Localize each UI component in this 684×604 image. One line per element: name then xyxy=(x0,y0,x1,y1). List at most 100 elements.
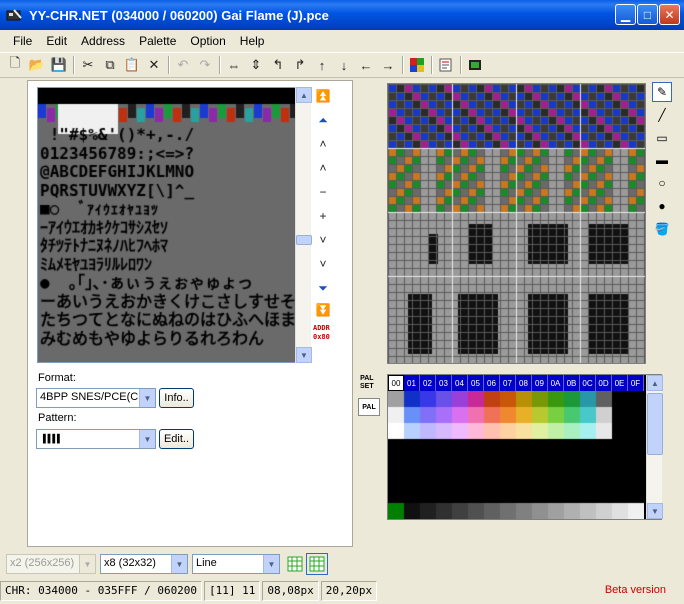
scroll-up-icon[interactable]: ▲ xyxy=(296,87,312,103)
line-tool-icon[interactable]: ╱ xyxy=(652,105,672,125)
line-down-icon[interactable]: ˅ xyxy=(312,230,334,250)
tile-scrollbar[interactable]: ▲ ▼ xyxy=(295,87,312,363)
rotate-right-icon[interactable]: ↱ xyxy=(289,54,311,76)
undo-icon[interactable]: ↶ xyxy=(172,54,194,76)
palette-grid-icon[interactable] xyxy=(406,54,428,76)
shift-down-icon[interactable]: ↓ xyxy=(333,54,355,76)
menu-file[interactable]: File xyxy=(6,34,39,48)
menu-option[interactable]: Option xyxy=(183,34,232,48)
palette-index-02[interactable]: 02 xyxy=(420,375,436,391)
menu-edit[interactable]: Edit xyxy=(39,34,74,48)
palette-index-0E[interactable]: 0E xyxy=(612,375,628,391)
address-indicator: ADDR 0x80 xyxy=(313,324,330,342)
close-button[interactable]: ✕ xyxy=(659,4,680,25)
palette-index-0F[interactable]: 0F xyxy=(628,375,644,391)
scroll-down-icon[interactable]: ▼ xyxy=(296,347,312,363)
palette-index-05[interactable]: 05 xyxy=(468,375,484,391)
paste-icon[interactable]: 📋 xyxy=(121,54,143,76)
scroll-down-icon[interactable]: ▼ xyxy=(647,503,663,519)
delete-icon[interactable]: ✕ xyxy=(143,54,165,76)
menu-help[interactable]: Help xyxy=(233,34,272,48)
tile-viewer[interactable] xyxy=(37,87,297,363)
palette-panel[interactable]: 00 01 02 03 04 05 06 07 08 09 0A 0B 0C 0D 0E 0F ▲ ▼ xyxy=(387,374,663,520)
minimize-button[interactable]: ▁ xyxy=(615,4,636,25)
toolbar-separator xyxy=(402,56,403,74)
palette-index-03[interactable]: 03 xyxy=(436,375,452,391)
page-up-icon[interactable]: ˄ xyxy=(312,134,334,154)
page-top-icon[interactable]: ⏫ xyxy=(312,86,334,106)
shift-right-icon[interactable]: → xyxy=(377,54,399,76)
palette-swatches[interactable] xyxy=(388,391,644,519)
page-bottom-icon[interactable]: ⏬ xyxy=(312,300,334,320)
palette-index-0D[interactable]: 0D xyxy=(596,375,612,391)
shift-left-icon[interactable]: ← xyxy=(355,54,377,76)
page-down-icon[interactable]: ˅ xyxy=(312,254,334,274)
app-icon xyxy=(6,8,22,22)
chip-icon[interactable] xyxy=(464,54,486,76)
palette-index-04[interactable]: 04 xyxy=(452,375,468,391)
palette-index-0A[interactable]: 0A xyxy=(548,375,564,391)
chevron-down-icon[interactable]: ▼ xyxy=(171,555,187,573)
palette-index-08[interactable]: 08 xyxy=(516,375,532,391)
format-label: Format: xyxy=(38,372,76,384)
grid-edit-toggle-icon[interactable] xyxy=(306,553,328,575)
edit-pixel-canvas[interactable] xyxy=(388,84,645,363)
fill-bucket-icon[interactable]: 🪣 xyxy=(652,219,672,239)
palette-index-01[interactable]: 01 xyxy=(404,375,420,391)
pattern-select[interactable]: ▐▐▐▐ ▼ xyxy=(36,429,156,449)
scroll-thumb[interactable] xyxy=(296,235,312,245)
toolbar-separator xyxy=(460,56,461,74)
palette-index-0C[interactable]: 0C xyxy=(580,375,596,391)
circle-tool-icon[interactable]: ○ xyxy=(652,173,672,193)
zoom-select[interactable]: x2 (256x256) ▼ xyxy=(6,554,96,574)
chevron-down-icon[interactable]: ▼ xyxy=(139,430,155,448)
grid-toggle-icon[interactable] xyxy=(284,553,306,575)
line-up-icon[interactable]: ˄ xyxy=(312,158,334,178)
filled-rectangle-tool-icon[interactable]: ▬ xyxy=(652,150,672,170)
draw-mode-select[interactable]: Line ▼ xyxy=(192,554,280,574)
properties-icon[interactable] xyxy=(435,54,457,76)
page-up-fast-icon[interactable]: ⏶ xyxy=(312,110,334,130)
toolbar-separator xyxy=(73,56,74,74)
palette-index-07[interactable]: 07 xyxy=(500,375,516,391)
shift-up-icon[interactable]: ↑ xyxy=(311,54,333,76)
menu-address[interactable]: Address xyxy=(74,34,132,48)
maximize-button[interactable]: □ xyxy=(637,4,658,25)
draw-mode-value: Line xyxy=(196,557,217,569)
filled-circle-tool-icon[interactable]: ● xyxy=(652,196,672,216)
chevron-down-icon[interactable]: ▼ xyxy=(263,555,279,573)
page-down-fast-icon[interactable]: ⏷ xyxy=(312,278,334,298)
minimize-icon: ▁ xyxy=(620,7,631,22)
save-icon[interactable]: 💾 xyxy=(48,54,70,76)
pal-button[interactable]: PAL xyxy=(358,398,380,416)
info-button[interactable]: Info.. xyxy=(159,388,194,408)
tile-size-select[interactable]: x8 (32x32) ▼ xyxy=(100,554,188,574)
cut-icon[interactable]: ✂ xyxy=(77,54,99,76)
pen-tool-icon[interactable]: ✎ xyxy=(652,82,672,102)
new-file-icon[interactable]: 🗋 xyxy=(4,54,26,76)
byte-down-icon[interactable]: + xyxy=(312,206,334,226)
edit-button[interactable]: Edit.. xyxy=(159,429,194,449)
edit-canvas[interactable] xyxy=(387,83,646,364)
palette-index-00[interactable]: 00 xyxy=(388,375,404,391)
rectangle-tool-icon[interactable]: ▭ xyxy=(652,128,672,148)
palette-scrollbar[interactable]: ▲ ▼ xyxy=(646,375,663,519)
copy-icon[interactable]: ⧉ xyxy=(99,54,121,76)
flip-horizontal-icon[interactable]: ⇔ xyxy=(223,54,245,76)
tile-canvas[interactable] xyxy=(38,88,296,362)
chevron-down-icon[interactable]: ▼ xyxy=(139,389,155,407)
palette-index-row[interactable]: 00 01 02 03 04 05 06 07 08 09 0A 0B 0C 0D 0E 0F xyxy=(388,375,644,391)
redo-icon[interactable]: ↷ xyxy=(194,54,216,76)
scroll-thumb[interactable] xyxy=(647,393,663,455)
chevron-down-icon[interactable]: ▼ xyxy=(79,555,95,573)
format-select[interactable]: 4BPP SNES/PCE(C ▼ xyxy=(36,388,156,408)
palette-index-06[interactable]: 06 xyxy=(484,375,500,391)
rotate-left-icon[interactable]: ↰ xyxy=(267,54,289,76)
palette-index-0B[interactable]: 0B xyxy=(564,375,580,391)
flip-vertical-icon[interactable]: ⇕ xyxy=(245,54,267,76)
open-folder-icon[interactable]: 📂 xyxy=(26,54,48,76)
menu-palette[interactable]: Palette xyxy=(132,34,183,48)
scroll-up-icon[interactable]: ▲ xyxy=(647,375,663,391)
palette-index-09[interactable]: 09 xyxy=(532,375,548,391)
byte-up-icon[interactable]: − xyxy=(312,182,334,202)
